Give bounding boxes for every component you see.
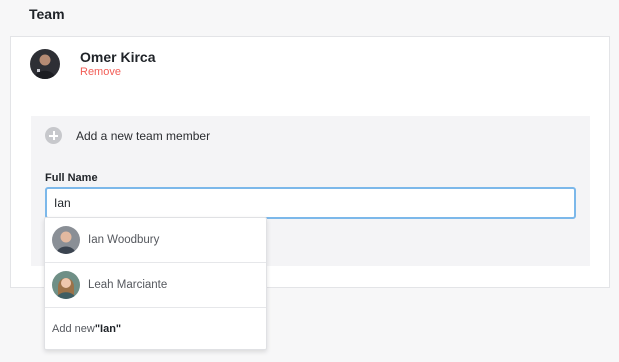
full-name-label: Full Name xyxy=(45,172,98,184)
add-new-prefix: Add new xyxy=(52,322,95,335)
add-member-button[interactable]: Add a new team member xyxy=(45,127,210,144)
suggestion-avatar-icon xyxy=(52,271,80,299)
member-avatar xyxy=(30,49,60,79)
suggestions-dropdown: Ian Woodbury Leah Marciante Add new "Ian… xyxy=(44,217,267,350)
plus-circle-icon xyxy=(45,127,62,144)
suggestion-name: Leah Marciante xyxy=(88,279,168,291)
remove-member-link[interactable]: Remove xyxy=(80,66,155,79)
add-new-query: "Ian" xyxy=(94,322,122,335)
suggestion-item[interactable]: Ian Woodbury xyxy=(45,218,266,263)
suggestion-name: Ian Woodbury xyxy=(88,234,160,246)
suggestion-item[interactable]: Leah Marciante xyxy=(45,263,266,308)
suggestion-avatar-icon xyxy=(52,226,80,254)
team-member: Omer Kirca Remove xyxy=(30,49,155,79)
add-new-option[interactable]: Add new "Ian" xyxy=(45,308,266,349)
section-title: Team xyxy=(29,6,65,22)
add-member-label: Add a new team member xyxy=(76,128,211,143)
full-name-input[interactable] xyxy=(45,187,576,219)
member-name: Omer Kirca xyxy=(80,49,156,65)
